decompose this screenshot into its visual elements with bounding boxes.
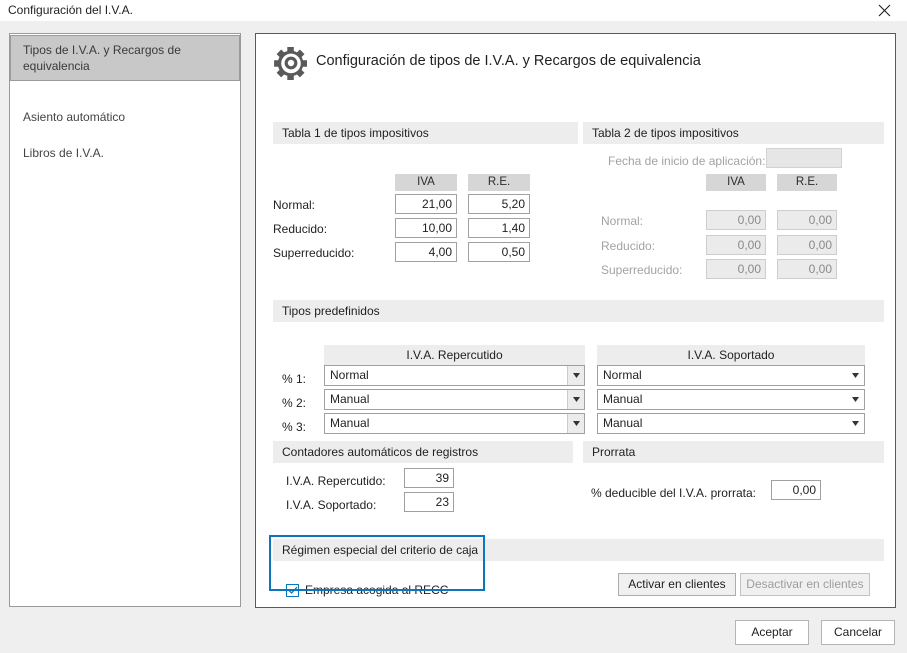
check-icon: [288, 586, 298, 595]
accept-button[interactable]: Aceptar: [735, 620, 809, 645]
tabla1-col-re: R.E.: [468, 174, 530, 191]
combo-value: Normal: [330, 368, 369, 382]
contadores-soportado-input[interactable]: 23: [404, 492, 454, 512]
tabla1-col-iva: IVA: [395, 174, 457, 191]
tabla1-reducido-iva-input[interactable]: 10,00: [395, 218, 457, 238]
sidebar-item-libros-iva[interactable]: Libros de I.V.A.: [10, 138, 240, 168]
window-body: Tipos de I.V.A. y Recargos de equivalenc…: [0, 21, 907, 653]
tabla2-row-label-superreducido: Superreducido:: [601, 263, 683, 277]
tabla2-superreducido-re-input[interactable]: 0,00: [777, 259, 837, 279]
chevron-down-icon[interactable]: [567, 366, 584, 385]
tipos-row-label-3: % 3:: [282, 420, 307, 434]
contadores-repercutido-label: I.V.A. Repercutido:: [286, 474, 386, 488]
combo-value: Manual: [603, 416, 643, 430]
tabla1-row-label-superreducido: Superreducido:: [273, 246, 355, 260]
sidebar-item-label: Asiento automático: [23, 110, 126, 124]
tabla1-normal-re-input[interactable]: 5,20: [468, 194, 530, 214]
tabla1-normal-iva-input[interactable]: 21,00: [395, 194, 457, 214]
sidebar: Tipos de I.V.A. y Recargos de equivalenc…: [9, 33, 241, 607]
page-title: Configuración de tipos de I.V.A. y Recar…: [316, 53, 701, 69]
tabla2-band-title: Tabla 2 de tipos impositivos: [583, 122, 884, 144]
tabla2-reducido-iva-input[interactable]: 0,00: [706, 235, 766, 255]
tipos-soportado-select-3[interactable]: Manual: [597, 413, 865, 434]
tabla2-reducido-re-input[interactable]: 0,00: [777, 235, 837, 255]
recc-checkbox[interactable]: [286, 583, 299, 597]
combo-value: Manual: [603, 392, 643, 406]
tabla2-col-iva: IVA: [706, 174, 766, 191]
close-button[interactable]: [861, 0, 907, 21]
cancel-button[interactable]: Cancelar: [821, 620, 895, 645]
window-title: Configuración del I.V.A.: [8, 3, 133, 17]
tipos-predefinidos-band-title: Tipos predefinidos: [273, 300, 884, 322]
tabla2-normal-re-input[interactable]: 0,00: [777, 210, 837, 230]
prorrata-deducible-input[interactable]: 0,00: [771, 480, 821, 500]
chevron-down-icon[interactable]: [847, 414, 864, 433]
tipos-col-soportado: I.V.A. Soportado: [597, 345, 865, 365]
tabla2-fecha-input[interactable]: [766, 148, 842, 168]
title-bar: Configuración del I.V.A.: [0, 0, 907, 21]
tabla1-row-label-reducido: Reducido:: [273, 222, 328, 236]
tabla1-reducido-re-input[interactable]: 1,40: [468, 218, 530, 238]
tipos-repercutido-select-2[interactable]: Manual: [324, 389, 585, 410]
combo-value: Normal: [603, 368, 642, 382]
tipos-row-label-1: % 1:: [282, 372, 307, 386]
sidebar-item-label: Libros de I.V.A.: [23, 146, 104, 160]
tipos-row-label-2: % 2:: [282, 396, 307, 410]
chevron-down-icon[interactable]: [847, 390, 864, 409]
prorrata-band-title: Prorrata: [583, 441, 884, 463]
tabla2-fecha-label: Fecha de inicio de aplicación:: [608, 154, 766, 168]
tipos-soportado-select-2[interactable]: Manual: [597, 389, 865, 410]
chevron-down-icon[interactable]: [567, 390, 584, 409]
sidebar-item-label: Tipos de I.V.A. y Recargos de equivalenc…: [23, 43, 181, 73]
sidebar-item-tipos-iva[interactable]: Tipos de I.V.A. y Recargos de equivalenc…: [10, 35, 240, 81]
tabla1-superreducido-re-input[interactable]: 0,50: [468, 242, 530, 262]
tabla1-band-title: Tabla 1 de tipos impositivos: [273, 122, 578, 144]
chevron-down-icon[interactable]: [567, 414, 584, 433]
close-icon: [878, 4, 891, 17]
recc-band-title: Régimen especial del criterio de caja: [273, 539, 884, 561]
contadores-band-title: Contadores automáticos de registros: [273, 441, 573, 463]
recc-checkbox-row[interactable]: Empresa acogida al RECC: [286, 583, 448, 597]
tabla2-superreducido-iva-input[interactable]: 0,00: [706, 259, 766, 279]
tabla2-normal-iva-input[interactable]: 0,00: [706, 210, 766, 230]
activar-en-clientes-button[interactable]: Activar en clientes: [618, 573, 736, 596]
chevron-down-icon[interactable]: [847, 366, 864, 385]
desactivar-en-clientes-button: Desactivar en clientes: [740, 573, 870, 596]
tipos-soportado-select-1[interactable]: Normal: [597, 365, 865, 386]
prorrata-deducible-label: % deducible del I.V.A. prorrata:: [591, 486, 756, 500]
tabla2-row-label-normal: Normal:: [601, 214, 644, 228]
contadores-soportado-label: I.V.A. Soportado:: [286, 498, 377, 512]
contadores-repercutido-input[interactable]: 39: [404, 468, 454, 488]
tabla2-row-label-reducido: Reducido:: [601, 239, 656, 253]
tipos-col-repercutido: I.V.A. Repercutido: [324, 345, 585, 365]
tipos-repercutido-select-3[interactable]: Manual: [324, 413, 585, 434]
combo-value: Manual: [330, 416, 370, 430]
main-panel: Configuración de tipos de I.V.A. y Recar…: [255, 33, 896, 608]
tabla1-superreducido-iva-input[interactable]: 4,00: [395, 242, 457, 262]
tipos-repercutido-select-1[interactable]: Normal: [324, 365, 585, 386]
recc-checkbox-label: Empresa acogida al RECC: [305, 583, 449, 597]
panel-header: Configuración de tipos de I.V.A. y Recar…: [256, 34, 895, 96]
tabla2-col-re: R.E.: [777, 174, 837, 191]
sidebar-item-asiento-automatico[interactable]: Asiento automático: [10, 102, 240, 132]
gear-icon: [273, 45, 309, 81]
tabla1-row-label-normal: Normal:: [273, 198, 316, 212]
combo-value: Manual: [330, 392, 370, 406]
